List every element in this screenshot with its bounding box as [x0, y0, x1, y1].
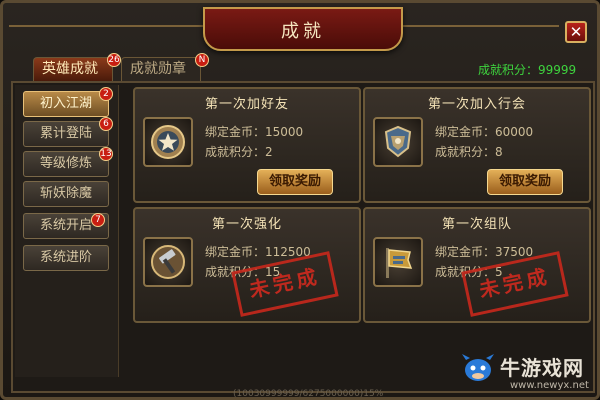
sidebar-item-level-training[interactable]: 等级修炼	[23, 151, 109, 177]
title-plate: 成就	[203, 7, 403, 51]
achievement-points: 成就积分：2	[205, 145, 273, 159]
title-divider-left	[9, 25, 203, 27]
sidebar-badge: 13	[99, 147, 113, 161]
card-icon-frame	[373, 237, 423, 287]
achievement-window: 成就 ✕ 英雄成就 26 成就勋章 N 成就积分：99999 初入江湖 2 累计…	[0, 0, 600, 400]
star-medal-icon	[151, 125, 185, 159]
tab-achievement-medal[interactable]: 成就勋章	[121, 57, 201, 81]
bound-gold: 绑定金币：60000	[435, 125, 534, 139]
hammer-icon	[151, 245, 185, 279]
sidebar-item-label: 初入江湖	[39, 96, 92, 111]
sidebar-badge: 6	[99, 117, 113, 131]
title-divider-right	[403, 25, 559, 27]
sidebar-item-label: 系统开启	[39, 218, 92, 233]
sidebar-badge: 2	[99, 87, 113, 101]
sidebar-item-label: 系统进阶	[39, 250, 92, 265]
card-icon-frame	[373, 117, 423, 167]
watermark-url: www.newyx.net	[510, 380, 589, 391]
sidebar-item-label: 等级修炼	[39, 156, 92, 171]
team-flag-icon	[386, 248, 413, 278]
tab-hero-achievement[interactable]: 英雄成就	[33, 57, 113, 81]
debug-readout: (10030999999/6275000000)15%	[233, 389, 384, 399]
watermark-site-name: 牛游戏网	[500, 356, 584, 380]
achievement-points: 成就积分：8	[435, 145, 503, 159]
bound-gold: 绑定金币：15000	[205, 125, 304, 139]
incomplete-stamp: 未完成	[231, 251, 339, 317]
sidebar-badge: 7	[91, 213, 105, 227]
achievement-card: 第一次强化 绑定金币：112500 成就积分：15 未完成	[133, 207, 361, 323]
card-title: 第一次强化	[211, 217, 282, 232]
card-title: 第一次加好友	[204, 97, 289, 112]
tab-label: 英雄成就	[42, 61, 98, 77]
card-title: 第一次加入行会	[427, 97, 526, 112]
tab-label: 成就勋章	[130, 61, 186, 77]
close-icon: ✕	[569, 23, 583, 41]
sidebar-item-first-steps[interactable]: 初入江湖	[23, 91, 109, 117]
window-title: 成就	[281, 21, 325, 42]
achievement-card: 第一次组队 绑定金币：37500 成就积分：5 未完成	[363, 207, 591, 323]
card-title: 第一次组队	[441, 217, 512, 232]
achievement-card: 第一次加入行会 绑定金币：60000 成就积分：8 领取奖励	[363, 87, 591, 203]
claim-reward-button[interactable]: 领取奖励	[257, 169, 333, 195]
incomplete-stamp: 未完成	[461, 251, 569, 317]
bound-gold: 绑定金币：37500	[435, 245, 534, 259]
guild-crest-icon	[384, 125, 412, 158]
claim-reward-button[interactable]: 领取奖励	[487, 169, 563, 195]
tab-badge: N	[195, 53, 209, 67]
sidebar-item-cumulative-login[interactable]: 累计登陆	[23, 121, 109, 147]
close-button[interactable]: ✕	[565, 21, 587, 43]
achievement-card: 第一次加好友 绑定金币：15000 成就积分：2 领取奖励	[133, 87, 361, 203]
sidebar-item-slay-demons[interactable]: 斩妖除魔	[23, 181, 109, 207]
card-icon-frame	[143, 237, 193, 287]
total-score: 成就积分：99999	[478, 63, 577, 77]
watermark-cow-logo	[462, 354, 494, 381]
sidebar-item-system-advance[interactable]: 系统进阶	[23, 245, 109, 271]
sidebar-item-label: 累计登陆	[39, 126, 92, 141]
tab-badge: 26	[107, 53, 121, 67]
sidebar-item-label: 斩妖除魔	[39, 186, 92, 201]
card-icon-frame	[143, 117, 193, 167]
